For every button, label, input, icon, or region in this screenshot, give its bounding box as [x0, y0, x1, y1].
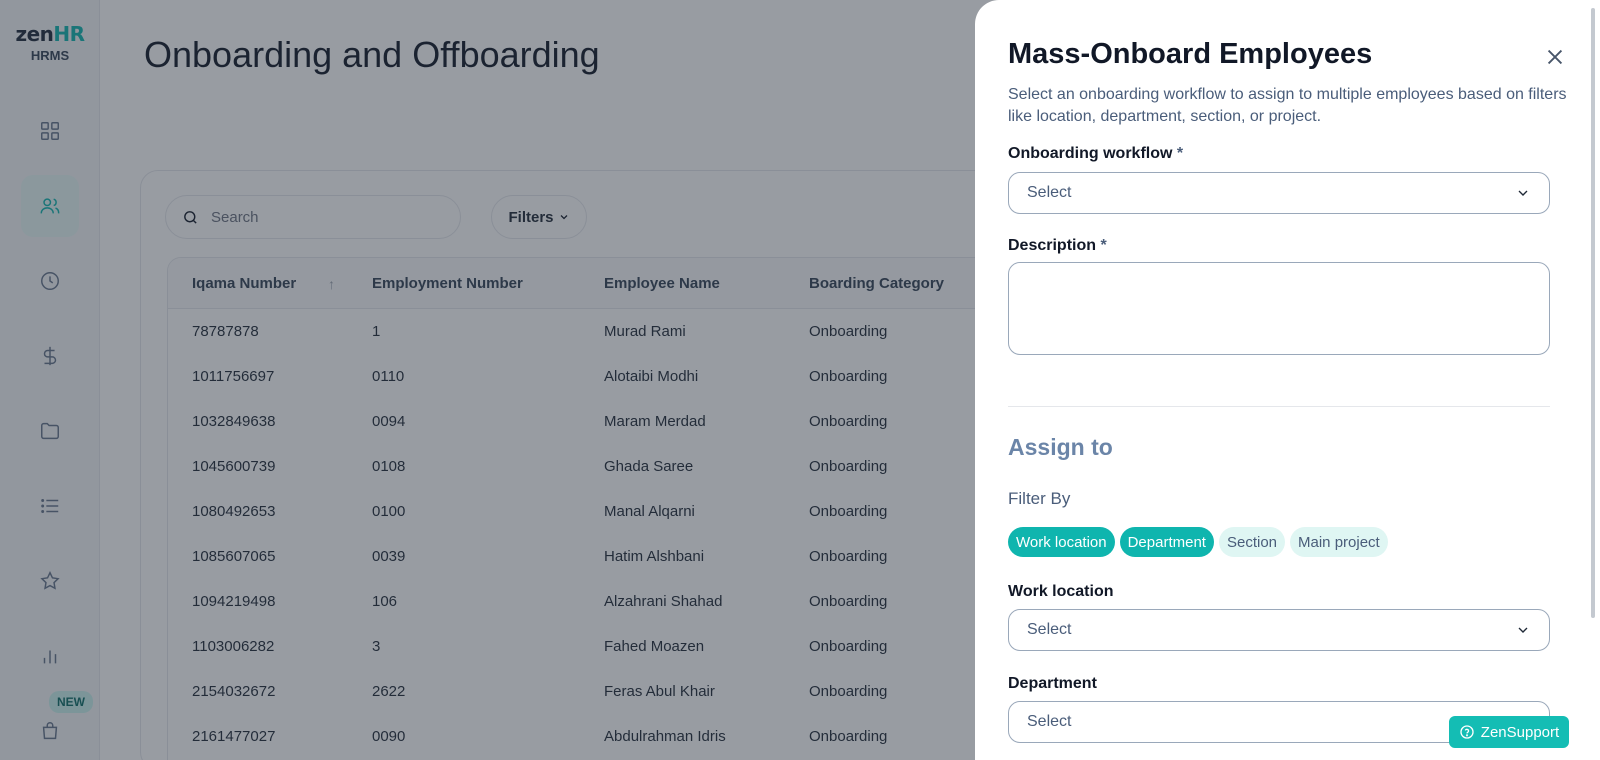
chevron-down-icon [1518, 627, 1528, 633]
drawer-description: Select an onboarding workflow to assign … [1008, 86, 1567, 125]
description-label: Description * [1008, 237, 1107, 254]
filter-by-label: Filter By [1008, 489, 1071, 508]
work-location-select[interactable]: Select [1008, 609, 1550, 651]
workflow-select-value: Select [1027, 184, 1072, 201]
mass-onboard-drawer: Mass-Onboard Employees Select an onboard… [975, 0, 1600, 760]
zensupport-button[interactable]: ZenSupport [1449, 716, 1569, 748]
assign-to-title: Assign to [1008, 434, 1113, 460]
department-label: Department [1008, 675, 1097, 692]
workflow-label: Onboarding workflow * [1008, 145, 1184, 162]
required-mark: * [1100, 237, 1107, 254]
workflow-select[interactable]: Select [1008, 172, 1550, 214]
close-icon [1547, 49, 1563, 65]
drawer-scrollbar[interactable] [1591, 8, 1595, 618]
chip-department[interactable]: Department [1119, 527, 1214, 557]
required-mark: * [1176, 145, 1184, 162]
description-textarea[interactable] [1008, 262, 1550, 355]
chip-main-project[interactable]: Main project [1290, 527, 1388, 557]
drawer-title: Mass-Onboard Employees [1008, 38, 1373, 70]
work-location-label: Work location [1008, 583, 1114, 600]
chip-work-location[interactable]: Work location [1008, 527, 1115, 557]
work-location-select-value: Select [1027, 621, 1072, 638]
department-select-value: Select [1027, 713, 1072, 730]
close-button[interactable] [1544, 46, 1566, 68]
help-circle-icon [1460, 725, 1474, 739]
chevron-down-icon [1518, 190, 1528, 196]
chip-section[interactable]: Section [1218, 527, 1286, 557]
zensupport-label: ZenSupport [1480, 723, 1560, 741]
divider [1008, 406, 1550, 407]
filter-chips: Work location Department Section Main pr… [1008, 527, 1388, 557]
